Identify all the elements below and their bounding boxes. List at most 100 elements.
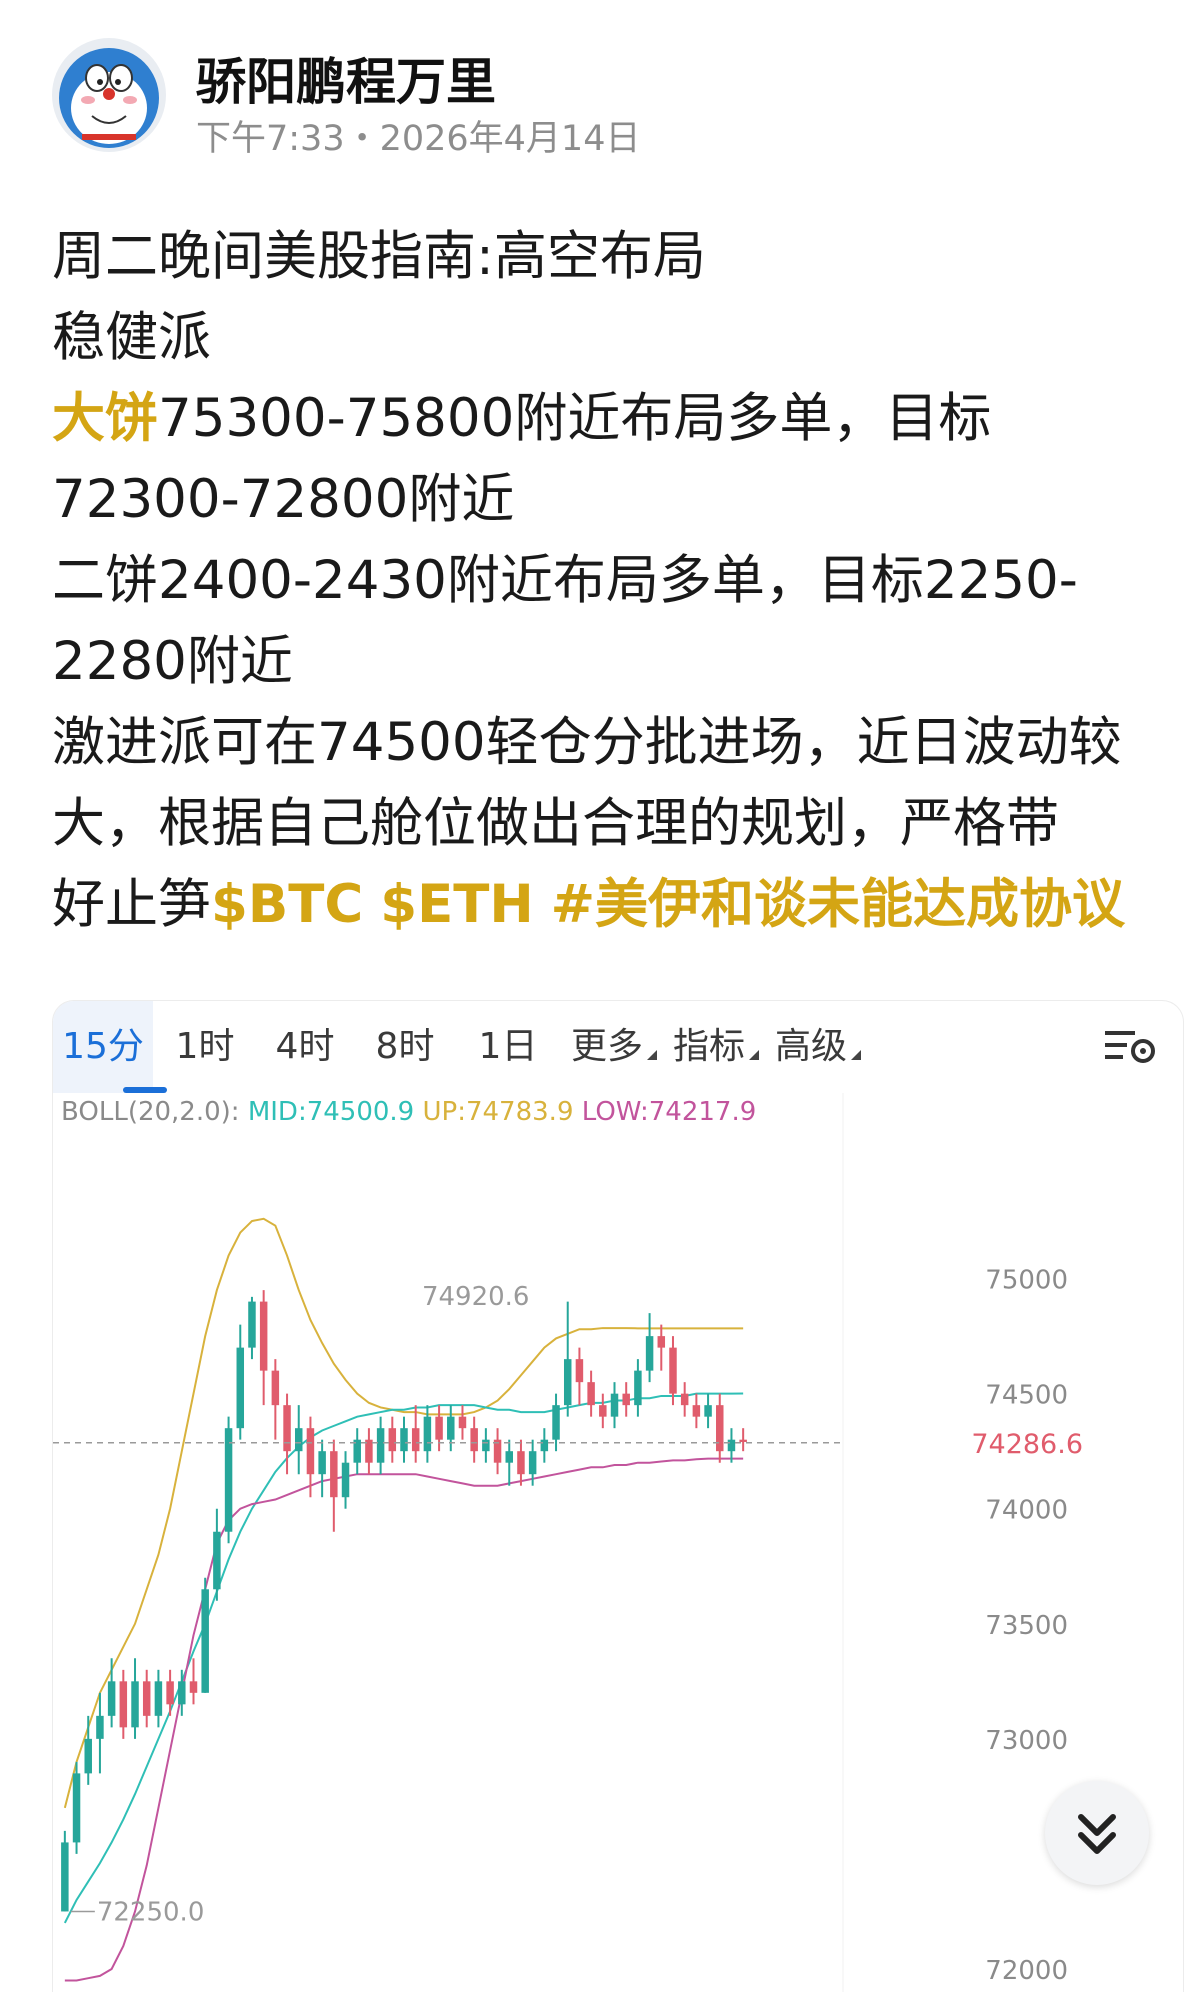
- candle-body: [283, 1405, 291, 1452]
- candle-body: [692, 1405, 701, 1417]
- post-line: 二饼2400-2430附近布局多单，目标2250-: [52, 540, 1172, 621]
- tab-6[interactable]: 指标: [665, 1001, 767, 1093]
- doraemon-avatar-icon: [59, 48, 159, 148]
- candle-body: [610, 1393, 619, 1417]
- y-tick-label: 73000: [985, 1726, 1068, 1756]
- boll-mid-line: [63, 1392, 744, 1924]
- post-line: 激进派可在74500轻仓分批进场，近日波动较: [52, 702, 1172, 783]
- candle-body: [528, 1451, 537, 1475]
- candle-body: [704, 1405, 712, 1417]
- candle-body: [306, 1428, 315, 1475]
- low-annotation: 72250.0: [97, 1897, 205, 1927]
- candle-body: [318, 1451, 326, 1475]
- post-text-segment: 激进派可在74500轻仓分批进场，近日波动较: [52, 712, 1122, 773]
- candle-body: [72, 1773, 81, 1843]
- candle-body: [213, 1531, 221, 1590]
- tab-5[interactable]: 更多: [563, 1001, 665, 1093]
- post-line: 大饼75300-75800附近布局多单，目标: [52, 378, 1172, 459]
- candle-body: [201, 1589, 209, 1693]
- candle-body: [96, 1715, 104, 1739]
- post-text-segment: [534, 874, 551, 935]
- highlight-text: 大饼: [52, 388, 158, 449]
- post-text-segment: 稳健派: [52, 307, 211, 368]
- high-annotation: 74920.6: [422, 1282, 530, 1312]
- post-text-segment: 大，根据自己舱位做出合理的规划，严格带: [52, 793, 1059, 854]
- candle-body: [587, 1382, 595, 1406]
- candle-body: [166, 1681, 174, 1705]
- dropdown-caret-icon: [851, 1050, 861, 1060]
- post-text-segment: 周二晚间美股指南:高空布局: [52, 226, 706, 287]
- candle-body: [61, 1842, 69, 1912]
- candle-body: [563, 1359, 572, 1406]
- indicator-settings-icon[interactable]: [1103, 1025, 1159, 1069]
- tab-3[interactable]: 8时: [355, 1001, 455, 1093]
- hashtag-link[interactable]: #美伊和谈未能达成协议: [551, 874, 1125, 935]
- tab-label: 指标: [672, 1026, 745, 1067]
- tab-7[interactable]: 高级: [767, 1001, 869, 1093]
- y-tick-label: 75000: [985, 1266, 1068, 1296]
- candle-body: [657, 1336, 666, 1348]
- candle-body: [739, 1439, 747, 1442]
- candle-body: [411, 1428, 420, 1452]
- scroll-down-button[interactable]: [1045, 1781, 1149, 1885]
- candle-body: [84, 1738, 92, 1774]
- candle-body: [716, 1405, 724, 1452]
- candle-body: [645, 1336, 654, 1371]
- candle-body: [189, 1681, 198, 1693]
- candle-body: [236, 1347, 245, 1429]
- candle-body: [622, 1393, 630, 1406]
- candlestick-chart[interactable]: 75000 74500 74000 73500 73000 72000 74286.6 749…: [53, 1093, 1183, 1992]
- hashtag-link[interactable]: $ETH: [380, 874, 534, 935]
- candle-body: [376, 1428, 385, 1463]
- post-text-segment: 72300-72800附近: [52, 469, 515, 530]
- timeframe-tabs: 15分 1时 4时 8时 1日 更多 指标 高级: [53, 1001, 1183, 1093]
- tab-2[interactable]: 4时: [255, 1001, 355, 1093]
- candle-body: [142, 1681, 151, 1716]
- post-text-segment: [363, 874, 380, 935]
- candle-body: [505, 1451, 513, 1463]
- candle-body: [435, 1416, 443, 1440]
- candle-body: [224, 1428, 233, 1532]
- tab-0[interactable]: 15分: [53, 1001, 153, 1093]
- candle-body: [259, 1301, 268, 1371]
- author-name[interactable]: 骄阳鹏程万里: [196, 42, 496, 114]
- candle-body: [482, 1439, 490, 1452]
- post-line: 周二晚间美股指南:高空布局: [52, 216, 1172, 297]
- avatar[interactable]: [52, 38, 166, 152]
- candle-body: [517, 1451, 525, 1475]
- post-line: 72300-72800附近: [52, 459, 1172, 540]
- tab-label: 更多: [570, 1026, 643, 1067]
- post-line: 2280附近: [52, 621, 1172, 702]
- candle-body: [599, 1405, 607, 1417]
- hashtag-link[interactable]: $BTC: [211, 874, 363, 935]
- post-line: 稳健派: [52, 297, 1172, 378]
- post-timestamp: 下午7:33・2026年4月14日: [196, 119, 641, 159]
- candle-body: [727, 1439, 736, 1452]
- candle-body: [154, 1681, 163, 1716]
- post-header: 骄阳鹏程万里 下午7:33・2026年4月14日: [52, 38, 1152, 159]
- tab-label: 高级: [774, 1026, 847, 1067]
- post-text-segment: 75300-75800附近布局多单，目标: [158, 388, 992, 449]
- candle-body: [552, 1405, 560, 1440]
- post-text-segment: 二饼2400-2430附近布局多单，目标2250-: [52, 550, 1078, 611]
- tab-4[interactable]: 1日: [457, 1001, 559, 1093]
- post-text: 周二晚间美股指南:高空布局 稳健派大饼75300-75800附近布局多单，目标 72…: [52, 216, 1172, 945]
- candle-body: [423, 1416, 432, 1452]
- candle-body: [575, 1359, 584, 1383]
- tab-label: 8时: [375, 1026, 435, 1067]
- candle-body: [680, 1393, 689, 1406]
- last-price-label: 74286.6: [971, 1429, 1083, 1460]
- candle-body: [540, 1439, 549, 1452]
- candle-body: [341, 1462, 350, 1498]
- candle-body: [447, 1416, 455, 1440]
- dropdown-caret-icon: [749, 1050, 759, 1060]
- tab-label: 1时: [175, 1026, 235, 1067]
- post-line: 大，根据自己舱位做出合理的规划，严格带: [52, 783, 1172, 864]
- candle-body: [330, 1451, 338, 1498]
- candle-body: [400, 1428, 408, 1452]
- double-chevron-down-icon: [1078, 1814, 1116, 1854]
- candle-body: [295, 1428, 303, 1452]
- candle-body: [388, 1428, 397, 1452]
- tab-1[interactable]: 1时: [155, 1001, 255, 1093]
- post-text-segment: 2280附近: [52, 631, 293, 692]
